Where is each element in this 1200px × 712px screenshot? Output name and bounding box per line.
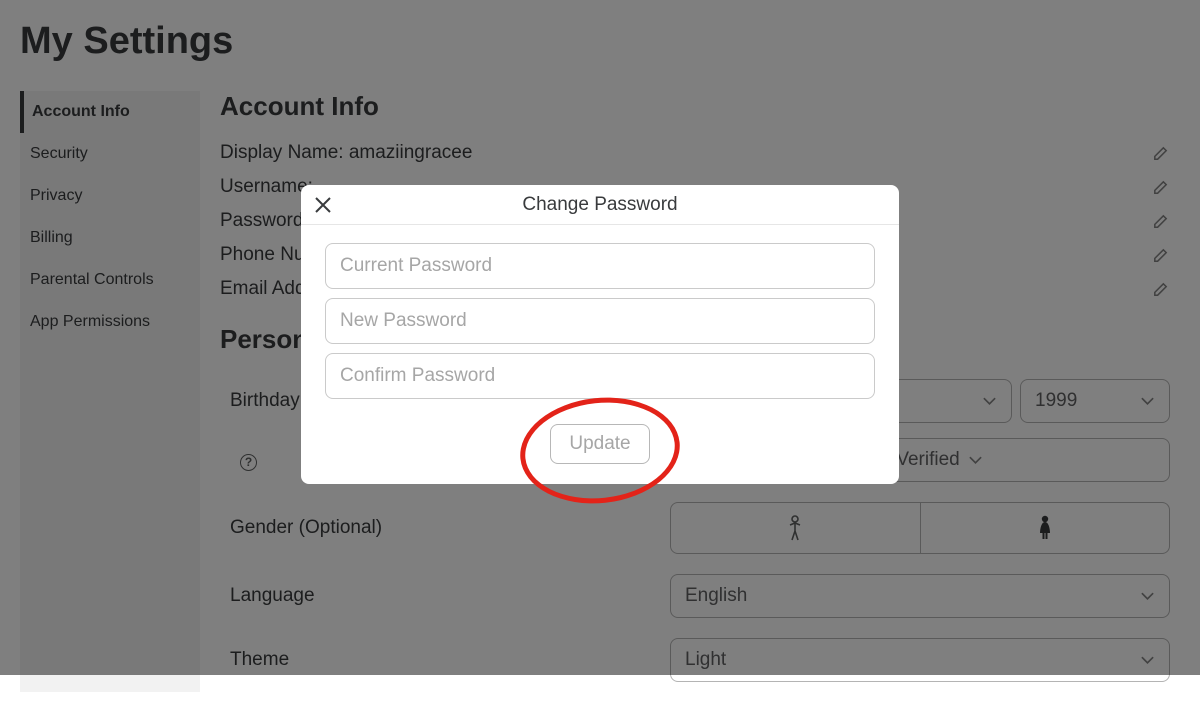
close-icon bbox=[311, 193, 335, 217]
current-password-input[interactable] bbox=[325, 243, 875, 289]
close-button[interactable] bbox=[311, 193, 335, 217]
confirm-password-input[interactable] bbox=[325, 353, 875, 399]
change-password-modal: Change Password Update bbox=[301, 185, 899, 484]
modal-overlay: Change Password Update bbox=[0, 0, 1200, 675]
modal-title: Change Password bbox=[522, 194, 677, 216]
new-password-input[interactable] bbox=[325, 298, 875, 344]
update-button[interactable]: Update bbox=[550, 424, 649, 464]
